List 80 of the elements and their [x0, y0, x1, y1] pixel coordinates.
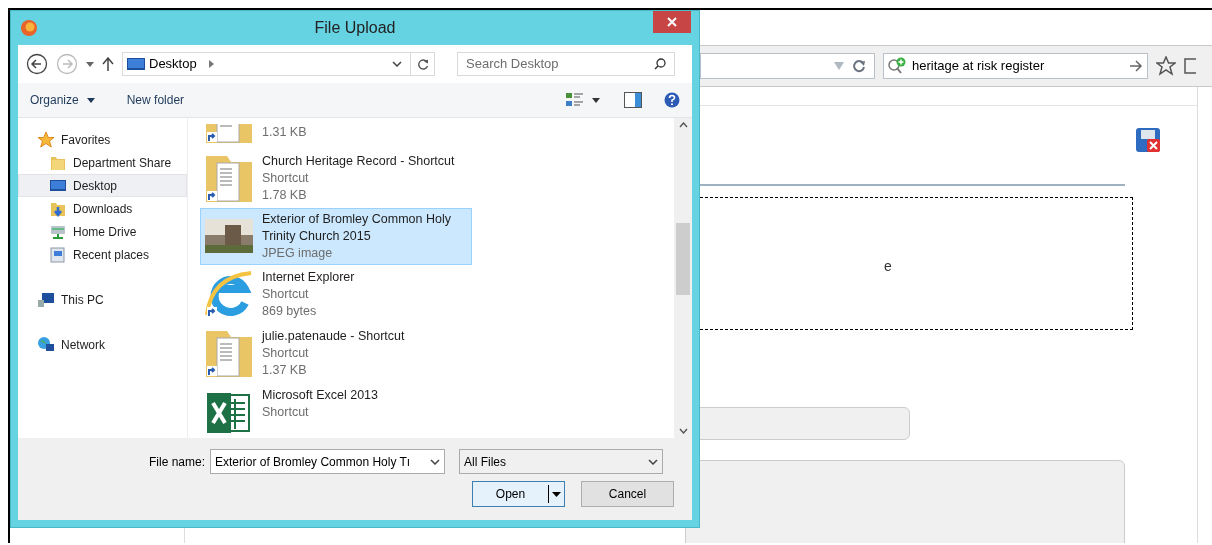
file-item[interactable]: 1.31 KB: [200, 118, 472, 148]
scrollbar[interactable]: [674, 118, 692, 438]
chevron-down-icon[interactable]: [392, 61, 402, 67]
bookmarks-list-icon[interactable]: [1184, 57, 1196, 75]
folder-shortcut-icon: [205, 330, 253, 378]
file-name: julie.patenaude - Shortcut: [262, 328, 405, 345]
file-detail: Shortcut: [262, 345, 310, 362]
file-item[interactable]: Microsoft Excel 2013 Shortcut: [200, 383, 472, 438]
scroll-up-icon[interactable]: [678, 122, 688, 128]
scroll-thumb[interactable]: [676, 223, 690, 295]
location-text: Desktop: [149, 55, 197, 74]
file-detail: 869 bytes: [262, 303, 318, 320]
preview-pane-icon[interactable]: [624, 92, 642, 108]
star-icon: [37, 131, 55, 149]
close-icon: [667, 17, 677, 27]
cancel-button[interactable]: Cancel: [581, 481, 674, 507]
search-input[interactable]: Search Desktop: [466, 54, 654, 74]
nav-item[interactable]: Department Share: [18, 151, 187, 174]
nav-item[interactable]: Recent places: [18, 243, 187, 266]
globe-icon: [37, 336, 55, 354]
nav-item[interactable]: This PC: [18, 289, 187, 311]
refresh-icon[interactable]: [416, 58, 429, 70]
view-options-icon[interactable]: [566, 92, 584, 108]
up-arrow-icon[interactable]: [102, 57, 114, 71]
nav-item[interactable]: Home Drive: [18, 220, 187, 243]
file-detail: Shortcut: [262, 404, 310, 421]
nav-item[interactable]: Network: [18, 334, 187, 356]
search-field[interactable]: heritage at risk register: [883, 53, 1148, 79]
folder-shortcut-icon: [205, 124, 253, 144]
file-item[interactable]: julie.patenaude - Shortcut Shortcut 1.37 KB: [200, 324, 472, 383]
file-name: Church Heritage Record - Shortcut: [262, 153, 455, 170]
file-detail: JPEG image: [262, 245, 334, 262]
dropdown-icon[interactable]: [592, 97, 600, 103]
file-name: Exterior of Bromley Common Holy Trinity Church 2015: [262, 211, 452, 245]
file-name: Microsoft Excel 2013: [262, 387, 379, 404]
file-type-dropdown[interactable]: All Files: [459, 449, 664, 474]
search-field[interactable]: Search Desktop: [457, 52, 675, 76]
document-icon: [49, 245, 67, 264]
file-detail: 1.31 KB: [262, 124, 307, 141]
file-detail: Shortcut: [262, 170, 310, 187]
recent-locations-icon[interactable]: [86, 61, 94, 67]
chevron-down-icon: [648, 458, 659, 465]
file-detail: 1.37 KB: [262, 362, 308, 379]
bookmark-star-icon[interactable]: [1156, 56, 1176, 76]
dropdown-icon: [86, 97, 95, 103]
go-arrow-icon[interactable]: [1129, 60, 1143, 72]
file-item[interactable]: Exterior of Bromley Common Holy Trinity Church 2015 JPEG image: [200, 208, 472, 265]
help-icon[interactable]: [664, 92, 680, 108]
dialog-title: File Upload: [314, 18, 396, 38]
desktop-icon: [127, 57, 145, 71]
nav-item[interactable]: Desktop: [18, 174, 187, 197]
reload-icon[interactable]: [852, 59, 866, 73]
file-item[interactable]: Church Heritage Record - Shortcut Shortcut 1.78 KB: [200, 149, 472, 208]
chevron-down-icon[interactable]: [430, 458, 441, 465]
computer-icon: [37, 291, 55, 309]
browser-logo-icon: [205, 271, 253, 319]
search-icon: [654, 58, 666, 70]
back-icon[interactable]: [26, 53, 48, 75]
search-add-icon: [888, 57, 908, 75]
file-detail: 1.78 KB: [262, 187, 308, 204]
nav-item[interactable]: Downloads: [18, 197, 187, 220]
chevron-right-icon: [208, 60, 214, 68]
close-button[interactable]: [653, 11, 691, 33]
location-bar[interactable]: Desktop: [122, 52, 435, 76]
open-split-button[interactable]: Open: [472, 481, 565, 507]
dropdown-icon: [552, 491, 561, 497]
browser-logo-icon: [20, 19, 38, 37]
file-name-field[interactable]: Exterior of Bromley Common Holy Tı: [210, 449, 446, 474]
folder-shortcut-icon: [205, 155, 253, 203]
file-name: Internet Explorer: [262, 269, 355, 286]
file-detail: Shortcut: [262, 286, 310, 303]
scroll-down-icon[interactable]: [678, 428, 688, 434]
file-name-label: File name:: [149, 453, 206, 471]
toolbar-button[interactable]: New folder: [126, 91, 185, 109]
file-item[interactable]: Internet Explorer Shortcut 869 bytes: [200, 265, 472, 324]
organize-menu[interactable]: Organize: [30, 91, 95, 109]
nav-item[interactable]: Favorites: [18, 129, 187, 151]
save-cancel-icon[interactable]: [1135, 127, 1161, 153]
drop-zone-text: e: [884, 257, 892, 276]
search-text: heritage at risk register: [912, 57, 1046, 76]
